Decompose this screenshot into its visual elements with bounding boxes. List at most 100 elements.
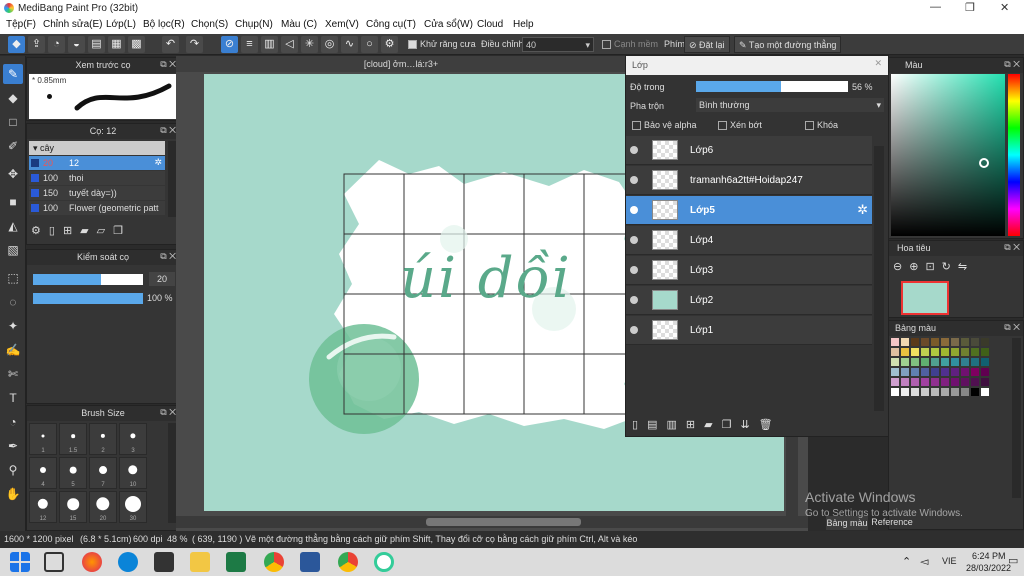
snap-off-icon[interactable]: ⊘	[221, 36, 238, 53]
color-swatch[interactable]	[901, 378, 909, 386]
copy-icon[interactable]: ❐	[113, 225, 131, 237]
color-swatch[interactable]	[911, 388, 919, 396]
menu-snap[interactable]: Chụp(N)	[235, 19, 273, 30]
eye-icon[interactable]	[630, 206, 638, 214]
smooth-edge-checkbox[interactable]: Cạnh mềm	[602, 39, 658, 50]
eye-icon[interactable]	[630, 296, 638, 304]
color-swatch[interactable]	[941, 388, 949, 396]
menu-layer[interactable]: Lớp(L)	[106, 19, 136, 30]
select-brush-icon[interactable]: ✍	[3, 340, 23, 360]
edge-icon[interactable]	[118, 552, 138, 572]
color-swatch[interactable]	[971, 388, 979, 396]
clock-time[interactable]: 6:24 PM	[972, 551, 1006, 561]
eraser-tool-icon[interactable]: ◆	[3, 88, 23, 108]
brush-size-cell[interactable]: 5	[59, 457, 87, 489]
color-swatch[interactable]	[891, 358, 899, 366]
flip-icon[interactable]: ⇋	[958, 261, 974, 273]
trash-icon[interactable]: 🗑	[759, 419, 782, 431]
layer-row-selected[interactable]: Lớp5 ✲	[626, 196, 872, 225]
color-swatch[interactable]	[931, 368, 939, 376]
brush-item[interactable]: 100 Flower (geometric patt	[29, 201, 165, 215]
snap-curve-icon[interactable]: ∿	[341, 36, 358, 53]
horizontal-scrollbar[interactable]	[176, 516, 808, 528]
close-icon[interactable]: ✕	[874, 58, 882, 69]
layer-row[interactable]: Lớp1	[626, 316, 872, 345]
color-picker-square[interactable]	[891, 74, 1005, 236]
brush-size-cell[interactable]: 3	[119, 423, 147, 455]
color-swatch[interactable]	[941, 358, 949, 366]
brush-size-cell[interactable]: 7	[89, 457, 117, 489]
select-pen-icon[interactable]: ✐	[3, 136, 23, 156]
color-swatch[interactable]	[921, 368, 929, 376]
snap-circle-icon[interactable]: ◎	[321, 36, 338, 53]
word-icon[interactable]	[300, 552, 320, 572]
folder-add-icon[interactable]: ▱	[97, 225, 113, 237]
brush-size-cell[interactable]: 10	[119, 457, 147, 489]
brush-size-cell[interactable]: 15	[59, 491, 87, 523]
color-swatch[interactable]	[961, 348, 969, 356]
brush-item[interactable]: 150 tuyết dày=))	[29, 186, 165, 200]
snap-ellipse-icon[interactable]: ○	[361, 36, 378, 53]
color-swatch[interactable]	[911, 348, 919, 356]
color-swatch[interactable]	[971, 358, 979, 366]
line-tool-button[interactable]: ✎ Tạo một đường thẳng	[734, 36, 842, 53]
adjust-dropdown[interactable]: 40 ▾	[522, 37, 594, 52]
undo-icon[interactable]: ↶	[162, 36, 179, 53]
color-swatch[interactable]	[951, 338, 959, 346]
color-swatch[interactable]	[921, 358, 929, 366]
color-swatch[interactable]	[891, 338, 899, 346]
chrome-profile-icon[interactable]	[338, 552, 358, 572]
magic-wand-icon[interactable]: ✦	[3, 316, 23, 336]
move-tool-icon[interactable]: ✥	[3, 164, 23, 184]
clip-checkbox[interactable]: Xén bớt	[718, 120, 762, 131]
menu-select[interactable]: Chọn(S)	[191, 19, 228, 30]
rect-tool-icon[interactable]: □	[3, 112, 23, 132]
palette-scrollbar[interactable]	[1012, 338, 1021, 498]
gear-icon[interactable]: ✲	[857, 202, 868, 218]
color-swatch[interactable]	[981, 388, 989, 396]
color-swatch[interactable]	[891, 348, 899, 356]
folder-icon[interactable]: ▰	[80, 225, 96, 237]
brush-size-cell[interactable]: 30	[119, 491, 147, 523]
eye-icon[interactable]	[630, 176, 638, 184]
color-swatch[interactable]	[921, 348, 929, 356]
color-swatch[interactable]	[901, 388, 909, 396]
color-swatch[interactable]	[961, 378, 969, 386]
color-swatch[interactable]	[901, 358, 909, 366]
bucket-tool-icon[interactable]: ◭	[3, 216, 23, 236]
panel-close-icon[interactable]: ⧉ ✕	[160, 59, 176, 70]
panel-close-icon[interactable]: ⧉ ✕	[160, 251, 176, 262]
close-button[interactable]: ✕	[1000, 1, 1009, 14]
color-swatch[interactable]	[941, 378, 949, 386]
color-swatch[interactable]	[921, 378, 929, 386]
fit-icon[interactable]: ⊡	[925, 261, 941, 273]
eye-icon[interactable]	[630, 146, 638, 154]
brush-size-cell[interactable]: 1.5	[59, 423, 87, 455]
brush-item[interactable]: 100 thoi	[29, 171, 165, 185]
new-layer-icon[interactable]: ▯	[632, 419, 647, 431]
select-eraser-icon[interactable]: ✄	[3, 364, 23, 384]
duplicate-layer-icon[interactable]: ❐	[722, 419, 741, 431]
panel-close-icon[interactable]: ⧉ ✕	[1004, 322, 1020, 333]
color-swatch[interactable]	[931, 388, 939, 396]
color-swatch[interactable]	[901, 338, 909, 346]
share-icon[interactable]: ⇪	[28, 36, 45, 53]
color-swatch[interactable]	[911, 378, 919, 386]
color-swatch[interactable]	[931, 378, 939, 386]
excel-icon[interactable]	[226, 552, 246, 572]
color-swatch[interactable]	[891, 388, 899, 396]
page-icon[interactable]: ▤	[88, 36, 105, 53]
color-swatch[interactable]	[911, 358, 919, 366]
color-swatch[interactable]	[951, 368, 959, 376]
navigator-thumbnail[interactable]	[901, 281, 949, 315]
color-swatch[interactable]	[961, 388, 969, 396]
scrollbar-thumb[interactable]	[426, 518, 581, 526]
hand-tool-icon[interactable]: ✋	[3, 484, 23, 504]
eye-icon[interactable]	[630, 326, 638, 334]
antialias-checkbox[interactable]: Khử răng cưa	[408, 39, 476, 50]
color-swatch[interactable]	[911, 368, 919, 376]
store-icon[interactable]	[154, 552, 174, 572]
size-value[interactable]: 20	[149, 272, 175, 286]
color-swatch[interactable]	[931, 358, 939, 366]
blend-mode-dropdown[interactable]: Bình thường ▾	[696, 98, 884, 112]
